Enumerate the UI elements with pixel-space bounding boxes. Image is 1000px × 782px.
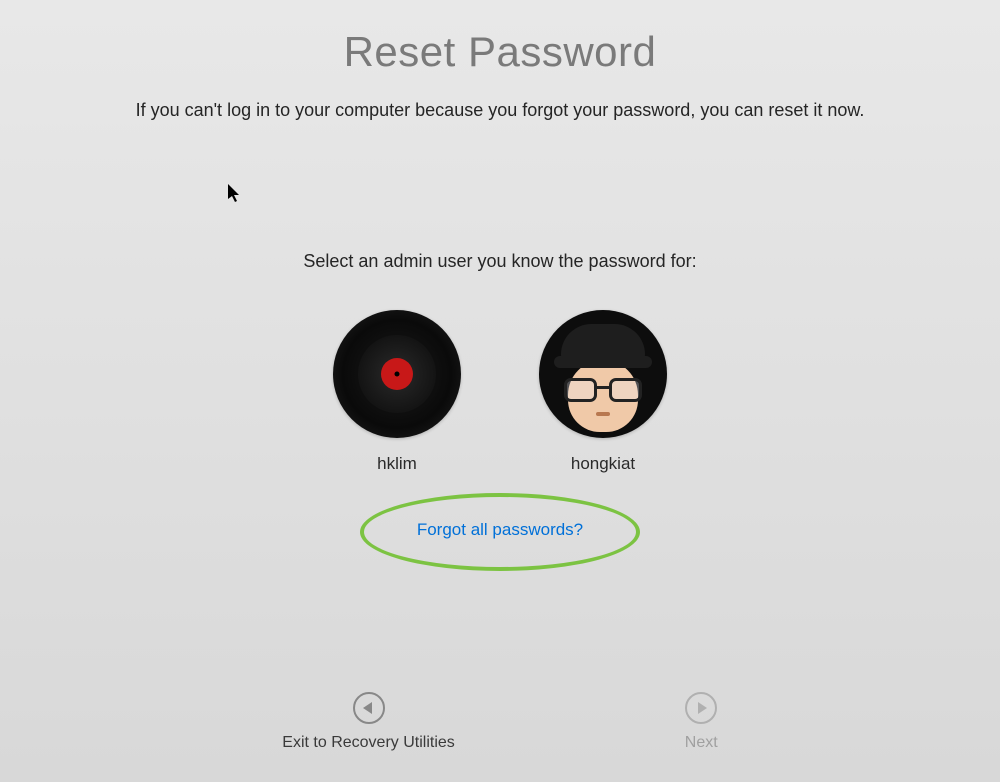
- avatar-memoji-icon: [539, 310, 667, 438]
- next-button: Next: [685, 692, 718, 752]
- user-list: hklim hongkiat: [0, 310, 1000, 474]
- user-name-label: hongkiat: [571, 454, 635, 474]
- user-option[interactable]: hongkiat: [539, 310, 667, 474]
- next-label: Next: [685, 734, 718, 752]
- footer-nav: Exit to Recovery Utilities Next: [0, 692, 1000, 752]
- select-admin-label: Select an admin user you know the passwo…: [0, 251, 1000, 272]
- user-option[interactable]: hklim: [333, 310, 461, 474]
- forgot-all-passwords-link[interactable]: Forgot all passwords?: [367, 498, 633, 562]
- exit-recovery-label: Exit to Recovery Utilities: [282, 734, 455, 752]
- arrow-right-circle-icon: [685, 692, 717, 724]
- cursor-icon: [228, 184, 242, 207]
- avatar-vinyl-icon: [333, 310, 461, 438]
- page-title: Reset Password: [0, 28, 1000, 76]
- page-subtitle: If you can't log in to your computer bec…: [0, 100, 1000, 121]
- user-name-label: hklim: [377, 454, 417, 474]
- exit-recovery-button[interactable]: Exit to Recovery Utilities: [282, 692, 455, 752]
- arrow-left-circle-icon: [353, 692, 385, 724]
